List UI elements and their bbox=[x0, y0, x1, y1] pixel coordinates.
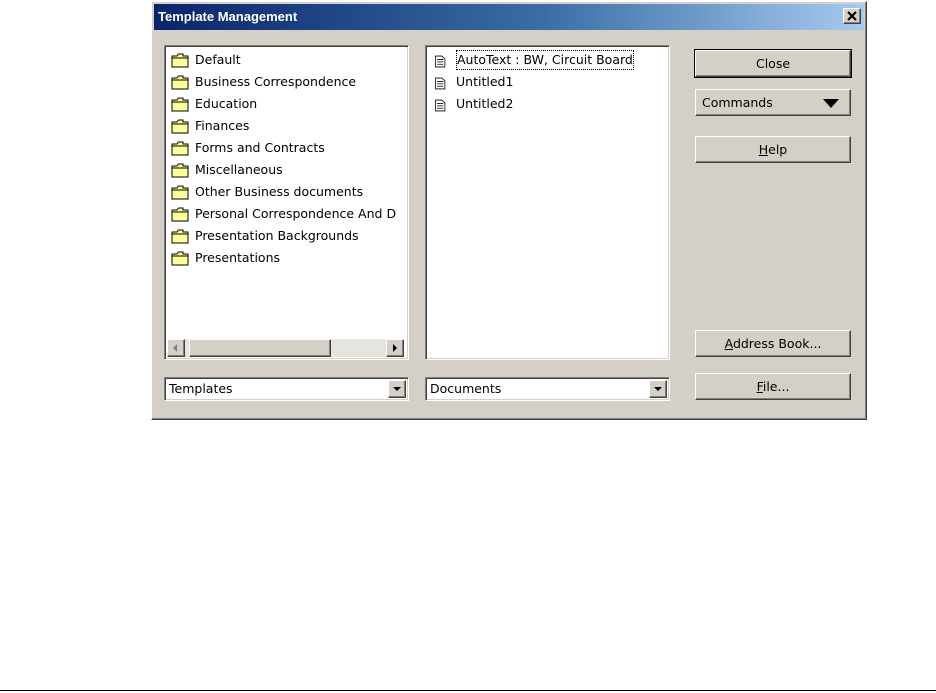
folder-icon bbox=[171, 75, 189, 90]
scroll-right-button[interactable] bbox=[386, 339, 404, 357]
folder-item-label: Presentations bbox=[195, 250, 281, 265]
chevron-down-icon bbox=[393, 387, 401, 391]
document-item-label: Untitled1 bbox=[456, 74, 514, 89]
title-bar[interactable]: Template Management bbox=[154, 4, 864, 30]
address-mnemonic: A bbox=[724, 336, 733, 351]
title-close-button[interactable] bbox=[843, 8, 861, 24]
documents-dropdown-value: Documents bbox=[430, 381, 502, 396]
folder-icon bbox=[171, 163, 189, 178]
template-management-dialog: Template Management Default Business Corr… bbox=[151, 1, 867, 420]
commands-button-label: Commands bbox=[702, 95, 773, 110]
folder-icon bbox=[171, 229, 189, 244]
folder-icon bbox=[171, 141, 189, 156]
document-icon bbox=[432, 75, 450, 90]
folder-item-label: Education bbox=[195, 96, 258, 111]
scroll-thumb[interactable] bbox=[189, 339, 331, 357]
folder-icon bbox=[171, 119, 189, 134]
document-icon bbox=[432, 97, 450, 112]
commands-button[interactable]: Commands bbox=[695, 89, 851, 116]
close-button[interactable]: Close bbox=[694, 49, 852, 78]
folder-item-label: Other Business documents bbox=[195, 184, 364, 199]
folder-item-label: Forms and Contracts bbox=[195, 140, 325, 155]
folder-item-label: Finances bbox=[195, 118, 250, 133]
folder-icon bbox=[171, 207, 189, 222]
file-label-rest: ile... bbox=[762, 379, 790, 394]
arrow-right-icon bbox=[393, 344, 397, 352]
file-button[interactable]: File... bbox=[695, 373, 851, 400]
address-label-rest: ddress Book... bbox=[732, 336, 822, 351]
horizontal-scrollbar[interactable] bbox=[167, 339, 404, 357]
folder-item-label: Presentation Backgrounds bbox=[195, 228, 359, 243]
help-label-rest: elp bbox=[768, 142, 788, 157]
folder-icon bbox=[171, 53, 189, 68]
documents-dropdown-button[interactable] bbox=[649, 380, 667, 398]
chevron-down-icon bbox=[654, 387, 662, 391]
templates-dropdown[interactable]: Templates bbox=[164, 377, 409, 401]
folder-item-label: Business Correspondence bbox=[195, 74, 357, 89]
folder-item-label: Miscellaneous bbox=[195, 162, 283, 177]
help-button[interactable]: Help bbox=[695, 136, 851, 163]
document-icon bbox=[432, 53, 450, 68]
folder-icon bbox=[171, 97, 189, 112]
folder-icon bbox=[171, 185, 189, 200]
document-item-label: AutoText : BW, Circuit Board bbox=[456, 50, 634, 70]
templates-dropdown-value: Templates bbox=[169, 381, 233, 396]
document-item-label: Untitled2 bbox=[456, 96, 514, 111]
help-mnemonic: H bbox=[758, 142, 769, 157]
templates-dropdown-button[interactable] bbox=[388, 380, 406, 398]
folder-icon bbox=[171, 251, 189, 266]
chevron-down-icon bbox=[823, 99, 839, 108]
close-icon bbox=[847, 11, 857, 21]
folder-item-label: Personal Correspondence And D bbox=[195, 206, 397, 221]
bottom-divider bbox=[0, 690, 936, 691]
folder-item-label: Default bbox=[195, 52, 241, 67]
arrow-left-icon bbox=[173, 344, 177, 352]
dialog-title: Template Management bbox=[158, 9, 298, 24]
address-book-button[interactable]: Address Book... bbox=[695, 330, 851, 357]
documents-dropdown[interactable]: Documents bbox=[425, 377, 670, 401]
scroll-left-button[interactable] bbox=[167, 339, 185, 357]
template-folder-list[interactable]: Default Business Correspondence Education F… bbox=[164, 45, 409, 360]
document-list[interactable]: Untitled1 Untitled2 AutoText : BW, Circuit… bbox=[425, 45, 670, 360]
